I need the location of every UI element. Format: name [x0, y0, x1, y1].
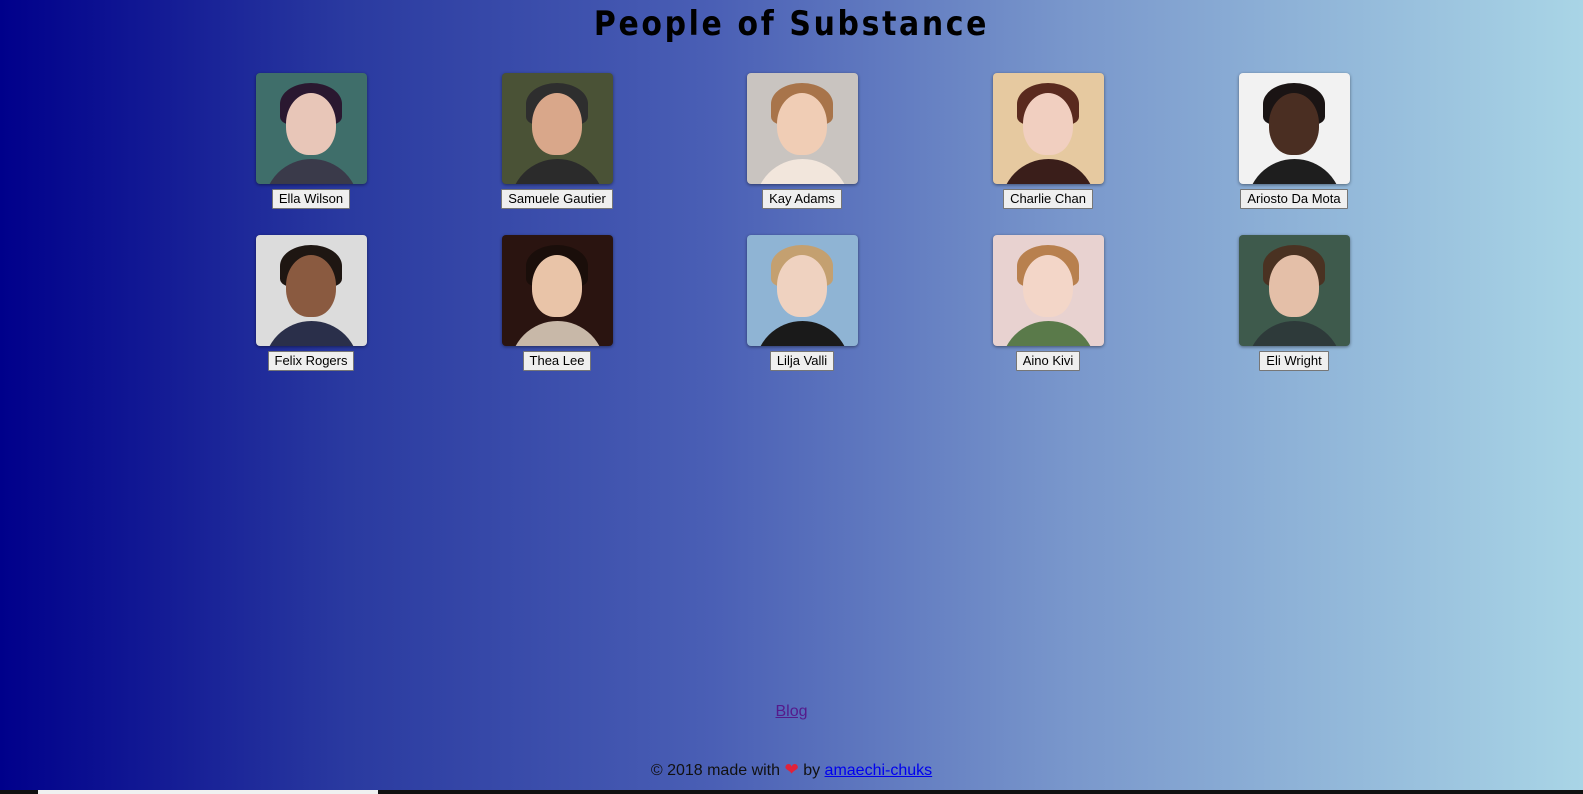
page-title: People of Substance [593, 4, 990, 44]
horizontal-scrollbar[interactable] [0, 790, 1583, 794]
person-photo [746, 73, 858, 184]
person-card: Felix Rogers [231, 235, 391, 371]
heart-icon: ❤ [784, 760, 799, 779]
person-photo [501, 235, 613, 346]
person-photo [992, 73, 1104, 184]
person-photo [255, 235, 367, 346]
person-card: Eli Wright [1214, 235, 1374, 371]
person-name-button[interactable]: Eli Wright [1259, 351, 1329, 371]
person-card: Ella Wilson [231, 73, 391, 209]
person-photo [501, 73, 613, 184]
person-name-button[interactable]: Ariosto Da Mota [1240, 189, 1348, 209]
person-photo [746, 235, 858, 346]
person-card: Kay Adams [722, 73, 882, 209]
footer: © 2018 made with ❤ by amaechi-chuks [0, 760, 1583, 780]
person-card: Ariosto Da Mota [1214, 73, 1374, 209]
person-name-button[interactable]: Felix Rogers [267, 351, 355, 371]
person-card: Aino Kivi [968, 235, 1128, 371]
footer-prefix: © 2018 made with [650, 762, 781, 779]
footer-by: by [803, 762, 821, 779]
person-name-button[interactable]: Thea Lee [522, 351, 592, 371]
person-name-button[interactable]: Aino Kivi [1015, 351, 1081, 371]
person-card: Thea Lee [477, 235, 637, 371]
person-name-button[interactable]: Charlie Chan [1003, 189, 1093, 209]
person-photo [1238, 73, 1350, 184]
person-name-button[interactable]: Lilja Valli [769, 351, 835, 371]
author-link[interactable]: amaechi-chuks [825, 762, 933, 779]
person-photo [255, 73, 367, 184]
person-name-button[interactable]: Ella Wilson [271, 189, 351, 209]
person-name-button[interactable]: Kay Adams [762, 189, 842, 209]
person-card: Charlie Chan [968, 73, 1128, 209]
person-photo [992, 235, 1104, 346]
person-card: Samuele Gautier [477, 73, 637, 209]
person-card: Lilja Valli [722, 235, 882, 371]
person-name-button[interactable]: Samuele Gautier [501, 189, 613, 209]
scrollbar-thumb[interactable] [38, 790, 378, 794]
person-photo [1238, 235, 1350, 346]
blog-link[interactable]: Blog [775, 703, 807, 720]
blog-link-container: Blog [0, 703, 1583, 721]
